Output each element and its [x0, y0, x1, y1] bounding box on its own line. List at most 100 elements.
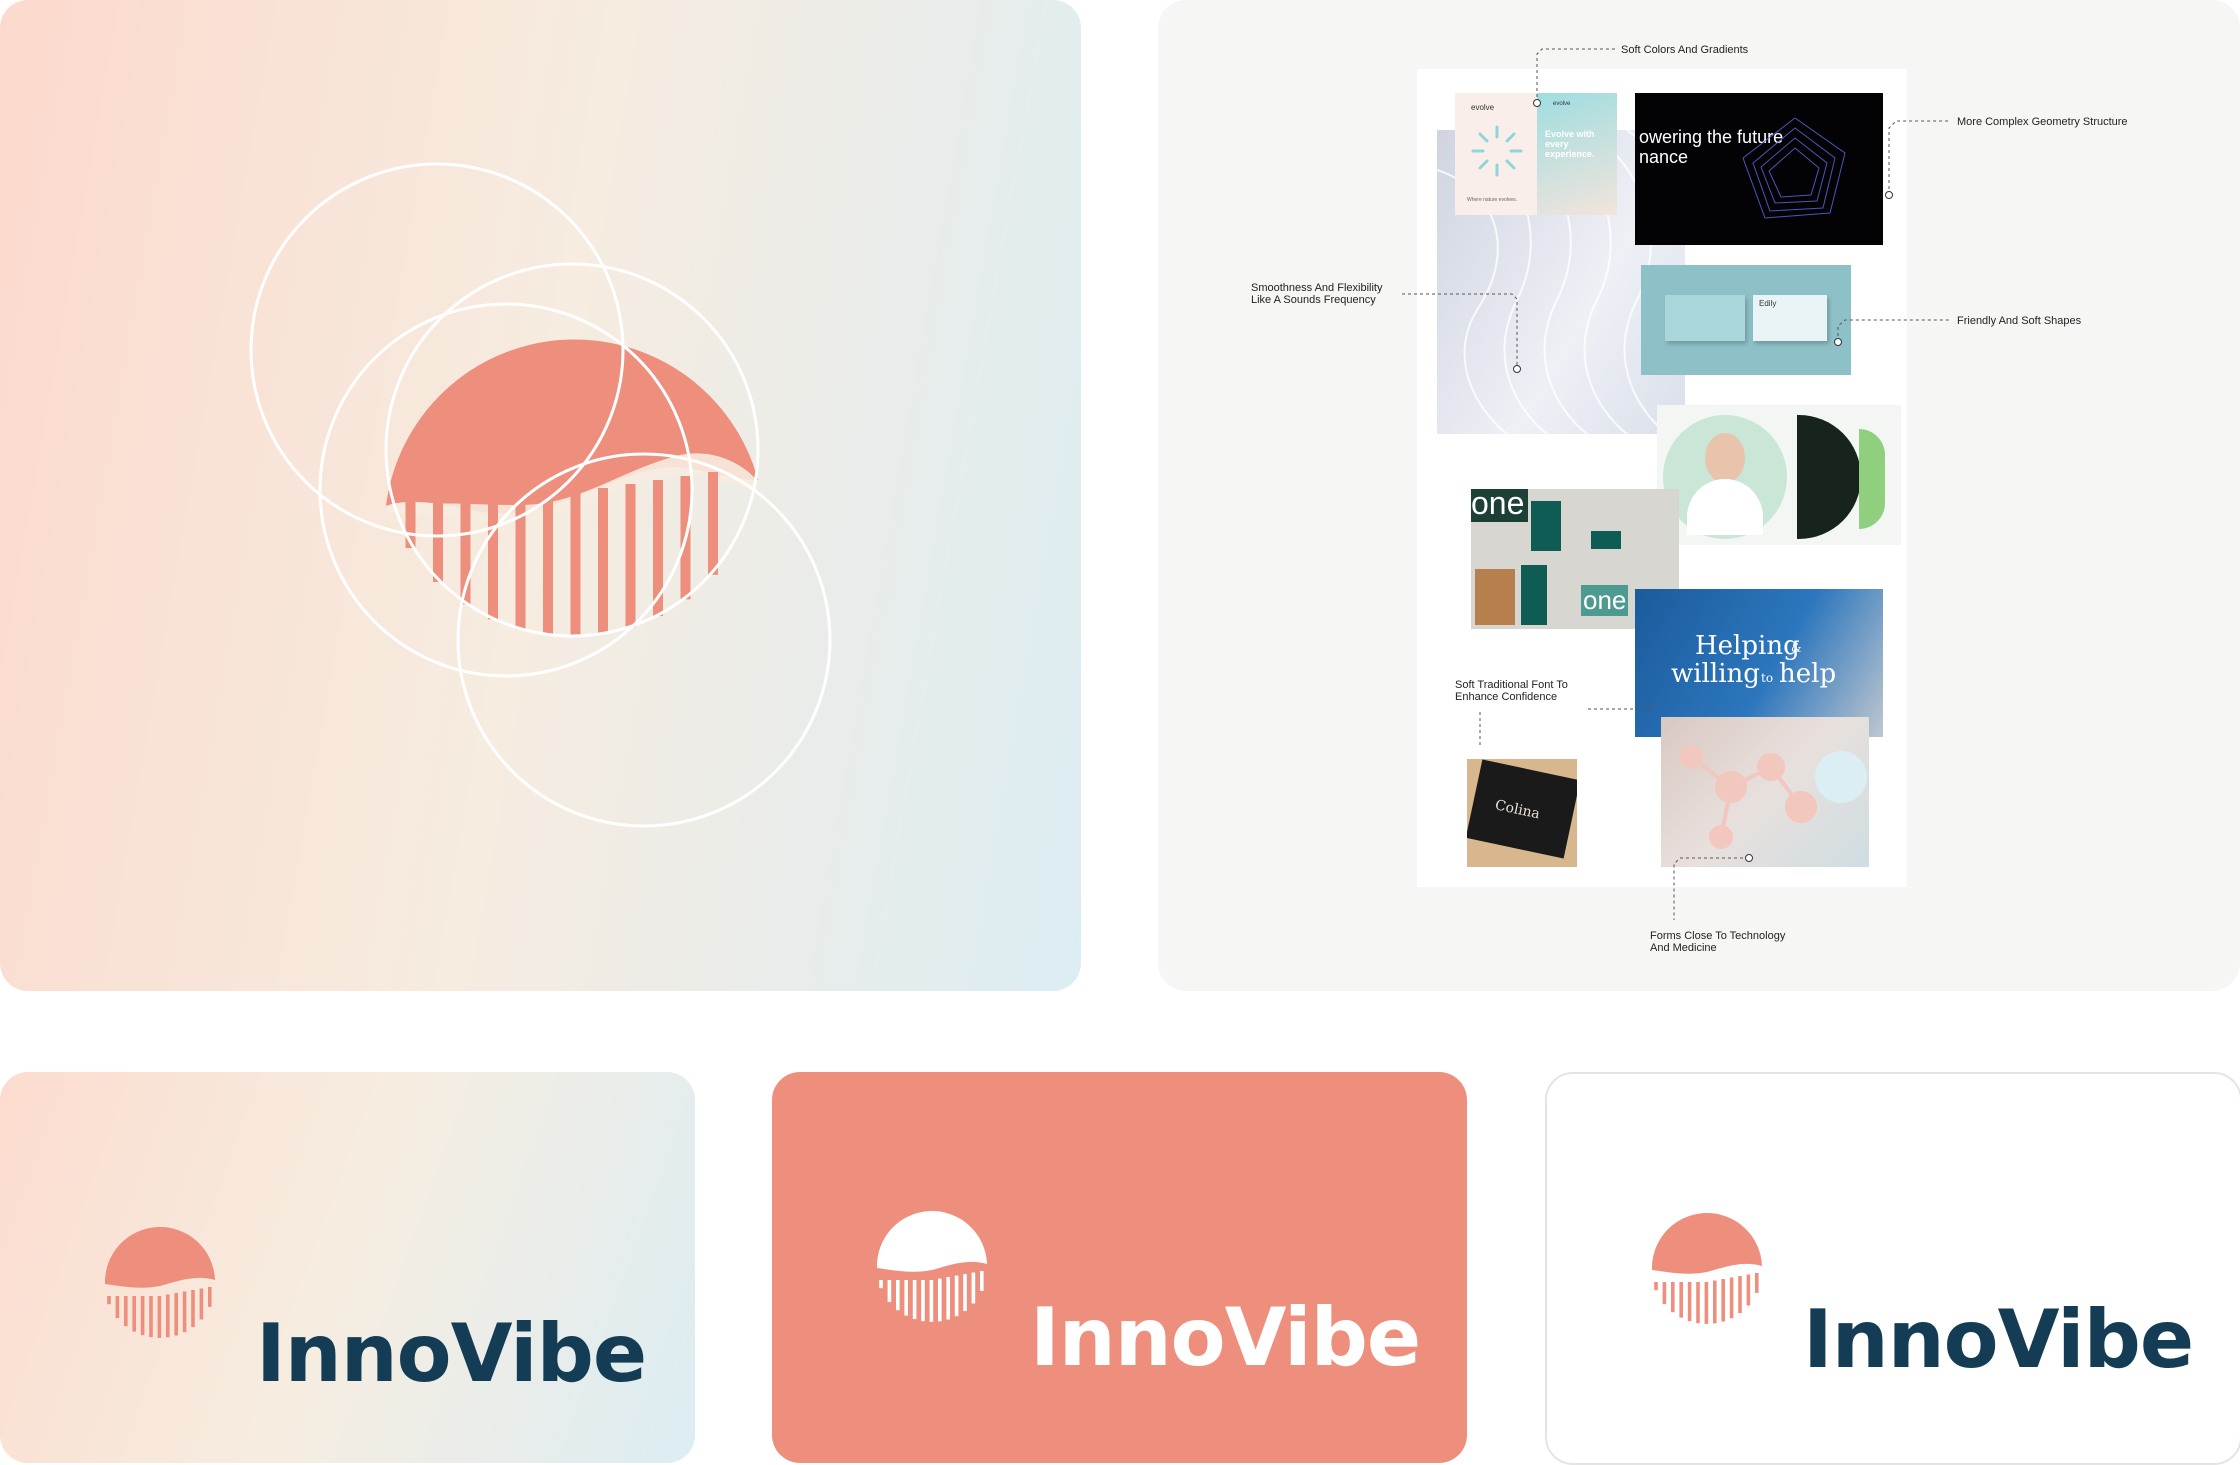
logomark-stripe: [598, 488, 608, 634]
evolve-headline: Evolve with every experience.: [1545, 129, 1595, 159]
colina-label: Colina: [1493, 797, 1542, 823]
helping-to: to: [1761, 671, 1774, 685]
logomark-stripe: [954, 1275, 959, 1317]
evolve-card-left: evolve Where nature evolves.: [1455, 93, 1537, 215]
logomark-stripe: [570, 492, 581, 637]
logomark-stripe: [157, 1296, 162, 1338]
innovibe-logomark: [876, 1210, 987, 1322]
tan-card: [1475, 569, 1515, 625]
logomark-stripe: [115, 1296, 120, 1319]
green-half-circle: [1859, 429, 1885, 529]
logomark-stripe: [946, 1277, 950, 1320]
logomark-stripe: [1654, 1282, 1658, 1291]
colina-box: Colina: [1467, 759, 1577, 859]
note-geometry: More Complex Geometry Structure: [1957, 116, 2128, 128]
logomark-stripe: [1729, 1277, 1734, 1319]
logomark-dome: [1651, 1212, 1762, 1274]
one-word-2: one: [1581, 585, 1629, 616]
loader-icon: [1471, 125, 1523, 177]
geometry-graphic: [1742, 117, 1846, 219]
logomark-stripe: [625, 484, 636, 628]
logomark-dome: [386, 339, 758, 514]
logomark-stripe: [1746, 1274, 1751, 1306]
portrait-face: [1705, 433, 1745, 483]
logomark-stripe: [929, 1280, 934, 1322]
logomark-stripe: [149, 1296, 153, 1338]
logomark-stripe: [980, 1271, 984, 1291]
logomark-stripe: [433, 500, 443, 583]
logomark-stripe: [1671, 1282, 1675, 1313]
logomark-stripe: [208, 1287, 212, 1307]
moodboard-sheet: evolve Where nature evolves. evolve Evol…: [1417, 69, 1907, 887]
logo-card-coral: InnoVibe: [772, 1072, 1467, 1463]
innovibe-wordmark: InnoVibe: [1803, 1293, 2194, 1386]
innovibe-logomark: [1651, 1212, 1762, 1324]
logo-construction-drawing: [249, 162, 832, 828]
innovibe-wordmark: InnoVibe: [1030, 1291, 1421, 1384]
logomark-stripe: [166, 1294, 170, 1338]
logomark-stripe: [107, 1296, 111, 1305]
helping-line3: help: [1779, 659, 1837, 689]
logomark-stripe: [1696, 1282, 1700, 1324]
card-front: Edily: [1753, 295, 1827, 341]
logomark-dome: [104, 1226, 215, 1288]
one-word: one: [1471, 489, 1529, 522]
logomark-stripe: [182, 1291, 187, 1333]
logomark-stripe: [488, 500, 498, 620]
tile-helping: Helping & willing to help: [1635, 589, 1883, 737]
logomark-stripe: [708, 472, 718, 575]
note-smoothness: Smoothness And Flexibility Like A Sounds…: [1251, 282, 1383, 306]
tile-business-cards: Edily: [1641, 265, 1851, 375]
green-card: [1521, 565, 1547, 625]
tile-portrait: [1657, 405, 1901, 545]
logomark-stripe: [1721, 1279, 1725, 1322]
logomark-stripe: [174, 1293, 178, 1336]
evolve-card-right: evolve Evolve with every experience.: [1537, 93, 1617, 215]
logomark-stripe: [1662, 1282, 1667, 1305]
logomark-stripe: [140, 1296, 145, 1336]
tile-molecules: [1661, 717, 1869, 867]
logomark-stripe: [921, 1280, 925, 1322]
tile-colina-box: Colina: [1467, 759, 1577, 867]
logomark-stripe: [191, 1290, 195, 1328]
logomark-stripe: [124, 1296, 128, 1327]
note-friendly: Friendly And Soft Shapes: [1957, 315, 2082, 327]
evolve-brand-small: evolve: [1553, 101, 1571, 107]
card-back: [1665, 295, 1745, 341]
green-card: [1531, 501, 1561, 551]
innovibe-logomark: [104, 1226, 215, 1338]
helping-amp: &: [1791, 641, 1802, 655]
note-traditional-font: Soft Traditional Font To Enhance Confide…: [1455, 679, 1568, 703]
logomark-stripe: [1738, 1276, 1742, 1314]
evolve-brand: evolve: [1471, 103, 1495, 112]
molecule-graphic: [1679, 745, 1867, 849]
card-brand: Edily: [1759, 299, 1777, 308]
logomark-stripe: [938, 1278, 942, 1322]
note-forms: Forms Close To Technology And Medicine: [1650, 930, 1786, 954]
logomark-stripe: [132, 1296, 136, 1332]
logomark-stripe: [887, 1280, 892, 1303]
green-card: [1591, 531, 1621, 549]
logomark-stripe: [199, 1288, 204, 1320]
logomark-stripe: [963, 1274, 967, 1312]
note-soft-colors: Soft Colors And Gradients: [1621, 44, 1749, 56]
logomark-stripe: [971, 1272, 976, 1304]
logomark-stripe: [1755, 1273, 1759, 1293]
logomark-stripe: [1713, 1280, 1717, 1324]
tile-dark-geometry: owering the future nance: [1635, 93, 1883, 245]
logomark-stripe: [1687, 1282, 1692, 1322]
logo-card-gradient: InnoVibe: [0, 1072, 695, 1463]
logomark-stripe: [543, 496, 553, 635]
logomark-stripe: [904, 1280, 908, 1316]
evolve-footer: Where nature evolves.: [1467, 197, 1518, 203]
logomark-stripe: [896, 1280, 900, 1311]
logomark-stripe: [1679, 1282, 1683, 1318]
helping-line2: willing: [1671, 659, 1760, 689]
logomark-stripe: [1704, 1282, 1709, 1324]
innovibe-wordmark: InnoVibe: [256, 1307, 647, 1400]
logo-construction-panel: [0, 0, 1081, 991]
logomark-stripe: [912, 1280, 917, 1320]
logomark-dome: [876, 1210, 987, 1272]
logo-card-white: InnoVibe: [1545, 1072, 2240, 1465]
tile-evolve-cards: evolve Where nature evolves. evolve Evol…: [1455, 93, 1617, 215]
